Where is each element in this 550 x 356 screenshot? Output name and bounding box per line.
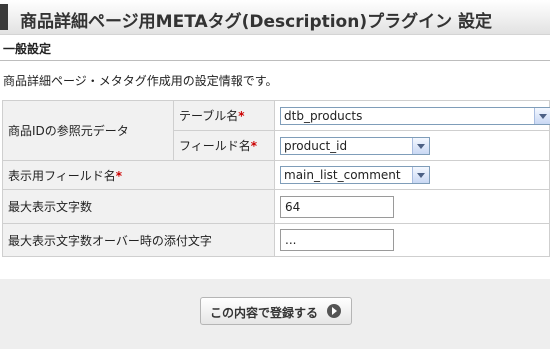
field-name-select-value: product_id bbox=[284, 138, 348, 153]
display-field-value-cell: main_list_comment bbox=[274, 160, 550, 190]
required-mark: * bbox=[238, 109, 245, 123]
page-title: 商品詳細ページ用METAタグ(Description)プラグイン 設定 bbox=[20, 12, 493, 32]
table-row: 最大表示文字数オーバー時の添付文字 ... bbox=[2, 223, 550, 257]
field-name-select[interactable]: product_id bbox=[280, 136, 430, 155]
required-mark: * bbox=[250, 139, 258, 153]
display-field-select-value: main_list_comment bbox=[284, 168, 401, 182]
display-field-label-cell: 表示用フィールド名* bbox=[2, 160, 275, 190]
table-name-label: テーブル名 bbox=[179, 109, 239, 123]
suffix-value-cell: ... bbox=[274, 223, 550, 257]
suffix-label-cell: 最大表示文字数オーバー時の添付文字 bbox=[2, 223, 275, 257]
field-name-label-cell: フィールド名* bbox=[173, 130, 275, 161]
max-chars-label: 最大表示文字数 bbox=[8, 200, 93, 214]
suffix-label: 最大表示文字数オーバー時の添付文字 bbox=[8, 233, 212, 248]
suffix-input[interactable]: ... bbox=[280, 229, 394, 251]
table-name-select-value: dtb_products bbox=[284, 108, 363, 123]
section-heading: 一般設定 bbox=[3, 42, 52, 56]
submit-button-label: この内容で登録する bbox=[210, 306, 319, 320]
field-name-label: フィールド名 bbox=[179, 139, 251, 153]
source-group-label-cell: 商品IDの参照元データ bbox=[2, 100, 174, 161]
display-field-select[interactable]: main_list_comment bbox=[280, 166, 430, 184]
field-name-value-cell: product_id bbox=[274, 130, 550, 161]
table-name-value-cell: dtb_products bbox=[274, 100, 550, 131]
table-row: 表示用フィールド名* main_list_comment bbox=[2, 160, 550, 190]
arrow-right-circle-icon bbox=[327, 304, 341, 318]
table-row: 最大表示文字数 64 bbox=[2, 189, 550, 224]
settings-table: 商品IDの参照元データ テーブル名* dtb_products フィールド名* … bbox=[2, 100, 550, 257]
max-chars-input[interactable]: 64 bbox=[280, 195, 394, 218]
chevron-down-icon[interactable] bbox=[534, 107, 550, 124]
chevron-down-icon[interactable] bbox=[412, 137, 429, 154]
table-row: 商品IDの参照元データ テーブル名* dtb_products bbox=[2, 100, 550, 161]
section-header: 一般設定 bbox=[0, 36, 550, 61]
source-group-label: 商品IDの参照元データ bbox=[8, 124, 129, 138]
title-bar: 商品詳細ページ用METAタグ(Description)プラグイン 設定 bbox=[0, 0, 550, 35]
table-name-label-cell: テーブル名* bbox=[173, 100, 275, 131]
chevron-down-icon[interactable] bbox=[412, 167, 429, 183]
section-description: 商品詳細ページ・メタタグ作成用の設定情報です。 bbox=[3, 74, 278, 88]
title-accent-bar bbox=[0, 4, 8, 30]
max-chars-label-cell: 最大表示文字数 bbox=[2, 189, 275, 224]
display-field-label: 表示用フィールド名 bbox=[8, 168, 116, 183]
max-chars-value-cell: 64 bbox=[274, 189, 550, 224]
submit-button[interactable]: この内容で登録する bbox=[200, 297, 352, 325]
required-mark: * bbox=[115, 168, 123, 183]
table-name-select[interactable]: dtb_products bbox=[280, 106, 550, 125]
